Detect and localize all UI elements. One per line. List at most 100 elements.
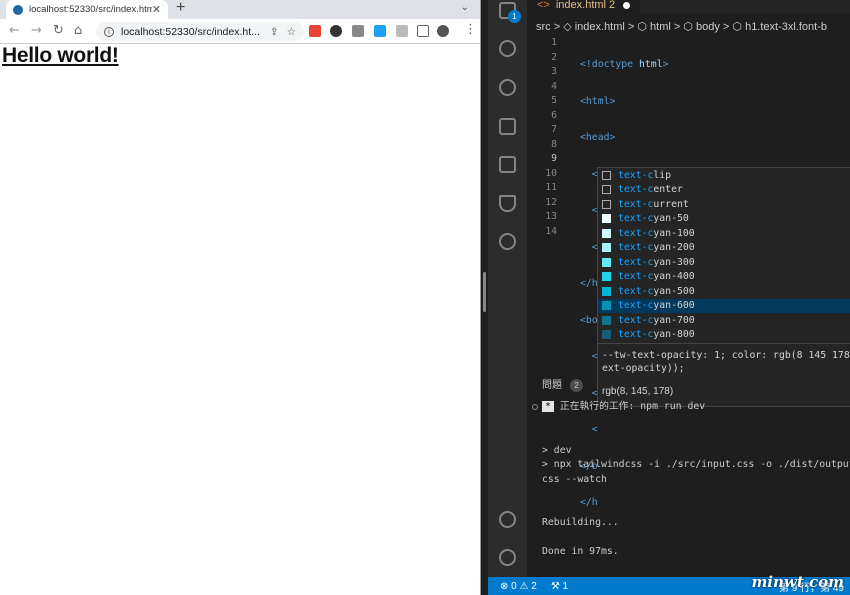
detail-line: ext-opacity)); [602,363,685,374]
keyword-icon [602,199,611,209]
activity-bar: 1 [488,0,527,577]
line-number: 9 [551,153,557,164]
suggestion-label: text-cyan-200 [618,242,695,254]
screen: localhost:52330/src/index.html ✕ + ⌄ ← →… [0,0,850,595]
favicon-icon [13,4,23,15]
line-number: 11 [545,182,557,193]
autocomplete-popup[interactable]: text-clip text-center text-current text-cya… [597,167,850,347]
menu-icon[interactable]: ⋮ [464,22,477,37]
editor-window: 1 <> index.html 2 src > ◇ index.html > ⬡… [488,0,850,595]
chevron-down-icon[interactable]: ⌄ [461,2,469,13]
extension-icon[interactable] [330,25,342,37]
suggestion-label: text-cyan-400 [618,271,695,283]
suggestion-label: text-current [618,198,689,210]
suggestion-item[interactable]: text-cyan-50 [598,212,850,227]
html-file-icon: <> [537,0,550,11]
suggestion-item[interactable]: text-current [598,197,850,212]
ports-status[interactable]: ⚒ 1 [551,581,568,592]
suggestion-label: text-cyan-600 [618,300,695,312]
line-number: 10 [545,167,557,179]
suggestion-item[interactable]: text-clip [598,168,850,183]
terminal-line: > npx tailwindcss -i ./src/input.css -o … [542,459,850,470]
browser-tab[interactable]: localhost:52330/src/index.html ✕ [6,0,168,19]
suggestion-label: text-cyan-700 [618,314,695,326]
color-swatch-icon [602,330,611,340]
line-number: 8 [551,138,557,150]
suggestion-label: text-cyan-100 [618,227,695,239]
source-control-icon[interactable] [499,79,516,96]
run-debug-icon[interactable] [499,118,516,135]
terminal-line: css --watch [542,473,607,485]
browser-toolbar: ← → ↻ ⌂ i localhost:52330/src/index.ht..… [0,19,480,44]
line-number: 6 [551,109,557,121]
suggestion-item[interactable]: text-cyan-800 [598,328,850,343]
suggestion-label: text-clip [618,169,672,181]
color-swatch-icon [602,243,611,253]
reload-icon[interactable]: ↻ [53,23,64,38]
browser-tab-strip: localhost:52330/src/index.html ✕ + ⌄ [0,0,480,19]
puzzle-icon[interactable] [396,25,408,37]
tab-title: localhost:52330/src/index.html [29,4,152,15]
new-tab-icon[interactable]: + [176,0,185,17]
window-splitter[interactable] [481,0,488,595]
problems-label: 問題 [542,380,562,391]
line-number: 2 [551,51,557,63]
avatar[interactable] [437,25,449,37]
terminal-line: > dev [542,444,572,456]
color-swatch-icon [602,286,611,296]
suggestion-label: text-cyan-800 [618,329,695,341]
bookmark-star-icon[interactable]: ☆ [287,26,296,38]
color-swatch-icon [602,214,611,224]
settings-gear-icon[interactable] [499,549,516,566]
back-icon[interactable]: ← [9,23,20,38]
keyword-icon [602,185,611,195]
sidebar-icon[interactable] [417,25,429,37]
suggestion-item[interactable]: text-cyan-300 [598,255,850,270]
problems-count-badge: 2 [570,379,583,392]
task-status-icon [532,404,538,410]
line-number: 14 [545,225,557,237]
suggestion-item[interactable]: text-cyan-400 [598,270,850,285]
suggestion-item[interactable]: text-cyan-100 [598,226,850,241]
forward-icon[interactable]: → [31,23,42,38]
color-swatch-icon [602,315,611,325]
suggestion-item[interactable]: text-center [598,183,850,198]
watermark: minwt.com [751,573,844,591]
suggestion-item[interactable]: text-cyan-600 [598,298,850,313]
extension-icon[interactable] [374,25,386,37]
search-icon[interactable] [499,40,516,57]
close-tab-icon[interactable]: ✕ [152,3,161,16]
address-bar[interactable]: i localhost:52330/src/index.ht... ⇪ ☆ [96,22,304,41]
editor-tab-index-html[interactable]: <> index.html 2 [527,0,641,13]
color-swatch-icon [602,228,611,238]
extension-icon[interactable] [352,25,364,37]
detail-line: --tw-text-opacity: 1; color: rgb(8 145 1… [602,350,850,361]
share-icon[interactable]: ⇪ [270,26,279,38]
unsaved-dot-icon[interactable] [623,1,631,9]
extension-icon[interactable] [309,25,321,37]
problems-panel-tab[interactable]: 問題 2 [542,376,583,392]
edge-devtools-icon[interactable] [499,233,516,250]
suggestion-item[interactable]: text-cyan-700 [598,313,850,328]
breadcrumb[interactable]: src > ◇ index.html > ⬡ html > ⬡ body > ⬡… [536,20,827,33]
terminal-line: Done in 97ms. [542,546,619,557]
suggestion-details: --tw-text-opacity: 1; color: rgb(8 145 1… [597,343,850,407]
problems-status[interactable]: ⊗ 0 ⚠ 2 [500,581,537,592]
url-text: localhost:52330/src/index.ht... [121,25,260,38]
extensions-icon[interactable] [499,156,516,173]
suggestion-item[interactable]: text-cyan-500 [598,284,850,299]
site-info-icon[interactable]: i [104,26,114,37]
editor-tab-bar: <> index.html 2 [527,0,850,13]
line-number: 7 [551,124,557,135]
account-icon[interactable] [499,511,516,528]
line-number: 3 [551,66,557,77]
terminal-line: Rebuilding... [542,517,619,528]
browser-window: localhost:52330/src/index.html ✕ + ⌄ ← →… [0,0,481,595]
home-icon[interactable]: ⌂ [74,23,82,38]
color-swatch-icon [602,257,611,267]
terminal-output[interactable]: * 正在執行的工作: npm run dev > dev > npx tailwin… [542,400,850,560]
testing-icon[interactable] [499,195,516,212]
suggestion-item[interactable]: text-cyan-200 [598,241,850,256]
suggestion-label: text-center [618,184,683,196]
editor-tab-label: index.html 2 [555,0,616,11]
